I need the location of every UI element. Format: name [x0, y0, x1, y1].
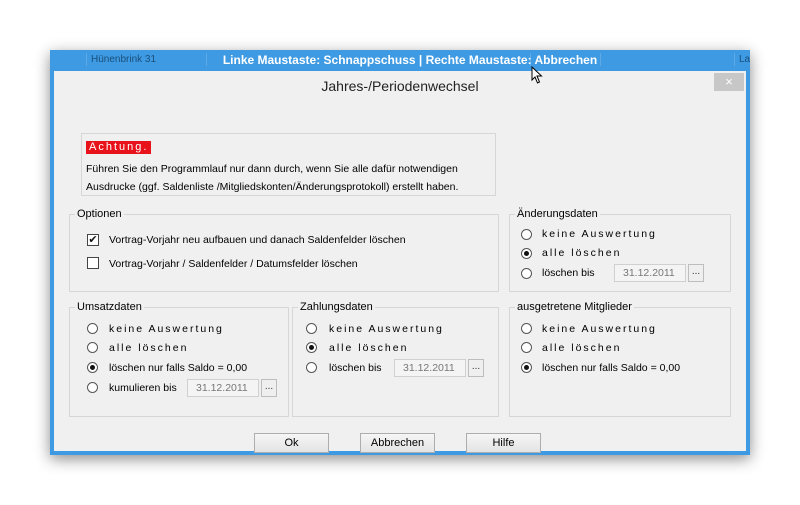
date-picker-button-zahlungsdaten[interactable]: ...	[468, 359, 484, 377]
radio-ausgetreten-saldo[interactable]	[521, 362, 532, 373]
radio-umsatz-kumulieren-label: kumulieren bis	[109, 382, 177, 394]
radio-ausgetreten-keine[interactable]	[521, 323, 532, 334]
checkbox-vortrag-loeschen[interactable]	[87, 257, 99, 269]
radio-umsatz-keine-label: keine Auswertung	[109, 323, 224, 335]
ok-button[interactable]: Ok	[254, 433, 329, 453]
warning-text: Führen Sie den Programmlauf nur dann dur…	[86, 160, 491, 196]
radio-umsatz-saldo-label: löschen nur falls Saldo = 0,00	[109, 362, 248, 374]
radio-umsatz-keine[interactable]	[87, 323, 98, 334]
option-vortrag-neu-label: Vortrag-Vorjahr neu aufbauen und danach …	[109, 234, 406, 246]
radio-ausgetreten-alle[interactable]	[521, 342, 532, 353]
radio-aend-loeschen-bis[interactable]	[521, 268, 532, 279]
warning-tag: Achtung.	[86, 141, 152, 154]
group-label-zahlungsdaten: Zahlungsdaten	[298, 301, 375, 313]
dialog-titlebar: Jahres-/Periodenwechsel ×	[54, 71, 746, 101]
radio-aend-alle[interactable]	[521, 248, 532, 259]
radio-ausgetreten-saldo-label: löschen nur falls Saldo = 0,00	[542, 362, 681, 374]
warning-line-1: Führen Sie den Programmlauf nur dann dur…	[86, 163, 458, 175]
mouse-cursor-icon	[531, 66, 543, 84]
date-field-aenderungsdaten[interactable]: 31.12.2011	[614, 264, 686, 282]
warning-line-2: Ausdrucke (ggf. Saldenliste /Mitgliedsko…	[86, 181, 459, 193]
radio-zahlung-alle-label: alle löschen	[329, 342, 409, 354]
radio-aend-keine-label: keine Auswertung	[542, 228, 657, 240]
radio-ausgetreten-alle-label: alle löschen	[542, 342, 622, 354]
radio-aend-loeschen-bis-label: löschen bis	[542, 267, 595, 279]
date-field-umsatzdaten[interactable]: 31.12.2011	[187, 379, 259, 397]
cancel-button[interactable]: Abbrechen	[360, 433, 435, 453]
date-picker-button-umsatzdaten[interactable]: ...	[261, 379, 277, 397]
radio-zahlung-keine-label: keine Auswertung	[329, 323, 444, 335]
radio-zahlung-keine[interactable]	[306, 323, 317, 334]
background-cell-right: La	[734, 53, 750, 66]
radio-zahlung-loeschen-bis-label: löschen bis	[329, 362, 382, 374]
background-cell-street: Hünenbrink 31	[86, 53, 206, 66]
close-icon[interactable]: ×	[714, 73, 744, 91]
group-label-umsatzdaten: Umsatzdaten	[75, 301, 144, 313]
background-cell	[600, 53, 670, 66]
checkbox-checked-icon[interactable]: ✔	[87, 234, 99, 246]
date-field-zahlungsdaten[interactable]: 31.12.2011	[394, 359, 466, 377]
snapshot-instruction-banner: Linke Maustaste: Schnappschuss | Rechte …	[222, 53, 598, 67]
date-picker-button-aenderungsdaten[interactable]: ...	[688, 264, 704, 282]
radio-zahlung-loeschen-bis[interactable]	[306, 362, 317, 373]
dialog-title: Jahres-/Periodenwechsel	[321, 78, 479, 94]
dialog-jahres-periodenwechsel: Jahres-/Periodenwechsel × Achtung. Führe…	[54, 71, 746, 453]
group-label-ausgetretene-mitglieder: ausgetretene Mitglieder	[515, 301, 634, 313]
snapshot-window: Hünenbrink 31 La Linke Maustaste: Schnap…	[50, 50, 750, 455]
radio-aend-keine[interactable]	[521, 229, 532, 240]
radio-umsatz-alle[interactable]	[87, 342, 98, 353]
radio-ausgetreten-keine-label: keine Auswertung	[542, 323, 657, 335]
group-label-aenderungsdaten: Änderungsdaten	[515, 208, 600, 220]
radio-umsatz-alle-label: alle löschen	[109, 342, 189, 354]
group-label-optionen: Optionen	[75, 208, 124, 220]
help-button[interactable]: Hilfe	[466, 433, 541, 453]
radio-umsatz-kumulieren[interactable]	[87, 382, 98, 393]
group-optionen	[69, 214, 499, 292]
radio-zahlung-alle[interactable]	[306, 342, 317, 353]
radio-umsatz-saldo[interactable]	[87, 362, 98, 373]
radio-aend-alle-label: alle löschen	[542, 247, 622, 259]
option-vortrag-loeschen-label: Vortrag-Vorjahr / Saldenfelder / Datumsf…	[109, 258, 358, 270]
